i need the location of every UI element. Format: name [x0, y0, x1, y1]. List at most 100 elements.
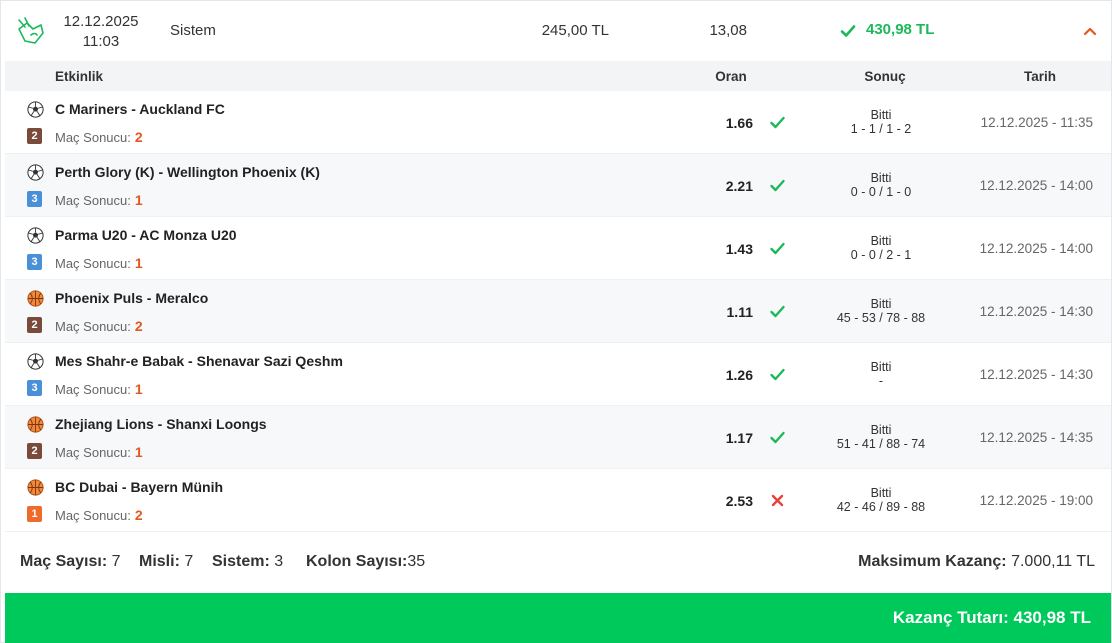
- match-name: Phoenix Puls - Meralco: [55, 290, 209, 306]
- basketball-icon: [27, 290, 44, 307]
- match-name: Mes Shahr-e Babak - Shenavar Sazi Qeshm: [55, 353, 343, 369]
- result-score: 42 - 46 / 89 - 88: [836, 500, 926, 514]
- check-icon: [840, 25, 856, 37]
- result-score: 1 - 1 / 1 - 2: [850, 122, 912, 136]
- check-icon: [769, 114, 786, 131]
- row-odds: 1.66: [725, 115, 753, 131]
- row-date: 12.12.2025 - 14:30: [979, 367, 1093, 382]
- row-date: 12.12.2025 - 14:00: [979, 178, 1093, 193]
- result-score: 51 - 41 / 88 - 74: [836, 437, 926, 451]
- market-label: Maç Sonucu: 1: [55, 192, 143, 208]
- result-status: Bitti: [870, 108, 892, 122]
- check-icon: [769, 240, 786, 257]
- coupon-type: Sistem: [170, 22, 216, 39]
- cross-icon: [769, 492, 786, 509]
- table-row[interactable]: Parma U20 - AC Monza U20 3 Maç Sonucu: 1 1.4…: [5, 217, 1111, 280]
- result-status: Bitti: [870, 234, 892, 248]
- coupon-detail-panel: 12.12.2025 11:03 Sistem 245,00 TL 13,08 …: [0, 0, 1112, 643]
- football-icon: [27, 164, 44, 181]
- row-odds: 1.26: [725, 367, 753, 383]
- check-icon: [769, 303, 786, 320]
- coupon-total-odds: 13,08: [709, 22, 747, 39]
- table-row[interactable]: Perth Glory (K) - Wellington Phoenix (K)…: [5, 154, 1111, 217]
- result-status: Bitti: [870, 423, 892, 437]
- coupon-hand-icon: [18, 17, 44, 44]
- match-name: BC Dubai - Bayern Münih: [55, 479, 224, 495]
- sequence-badge: 3: [27, 254, 42, 270]
- row-date: 12.12.2025 - 19:00: [979, 493, 1093, 508]
- table-row[interactable]: Phoenix Puls - Meralco 2 Maç Sonucu: 2 1.11 B…: [5, 280, 1111, 343]
- pick-value: 2: [134, 129, 143, 145]
- result-score: 45 - 53 / 78 - 88: [836, 311, 926, 325]
- row-date: 12.12.2025 - 11:35: [980, 115, 1093, 130]
- pick-value: 1: [134, 381, 143, 397]
- result-cell: Bitti 0 - 0 / 1 - 0: [815, 171, 947, 199]
- chevron-up-icon[interactable]: [1083, 25, 1097, 37]
- pick-value: 1: [134, 192, 143, 208]
- coupon-time: 11:03: [82, 33, 120, 50]
- result-cell: Bitti 45 - 53 / 78 - 88: [815, 297, 947, 325]
- pick-value: 2: [134, 318, 143, 334]
- market-label: Maç Sonucu: 1: [55, 444, 143, 460]
- table-row[interactable]: Zhejiang Lions - Shanxi Loongs 2 Maç Sonuc…: [5, 406, 1111, 469]
- market-label: Maç Sonucu: 2: [55, 129, 143, 145]
- column-header-result: Sonuç: [864, 69, 906, 84]
- market-label: Maç Sonucu: 2: [55, 507, 143, 523]
- column-header-odds: Oran: [715, 69, 747, 84]
- check-icon: [769, 429, 786, 446]
- row-odds: 2.53: [725, 493, 753, 509]
- market-label: Maç Sonucu: 1: [55, 255, 143, 271]
- coupon-date: 12.12.2025: [63, 13, 139, 30]
- column-header-event: Etkinlik: [55, 69, 104, 84]
- result-cell: Bitti 0 - 0 / 2 - 1: [815, 234, 947, 262]
- match-name: Perth Glory (K) - Wellington Phoenix (K): [55, 164, 320, 180]
- result-cell: Bitti 42 - 46 / 89 - 88: [815, 486, 947, 514]
- football-icon: [27, 353, 44, 370]
- sequence-badge: 2: [27, 128, 42, 144]
- events-table-body: C Mariners - Auckland FC 2 Maç Sonucu: 2 1.6…: [5, 91, 1111, 532]
- football-icon: [27, 101, 44, 118]
- row-odds: 2.21: [725, 178, 753, 194]
- row-date: 12.12.2025 - 14:35: [979, 430, 1093, 445]
- coupon-summary-row[interactable]: 12.12.2025 11:03 Sistem 245,00 TL 13,08 …: [1, 1, 1111, 61]
- match-name: C Mariners - Auckland FC: [55, 101, 225, 117]
- sequence-badge: 2: [27, 443, 42, 459]
- check-icon: [769, 366, 786, 383]
- basketball-icon: [27, 479, 44, 496]
- column-header-date: Tarih: [1023, 69, 1056, 84]
- stat-misli: Misli: 7: [139, 553, 194, 570]
- basketball-icon: [27, 416, 44, 433]
- match-name: Parma U20 - AC Monza U20: [55, 227, 237, 243]
- sequence-badge: 3: [27, 380, 42, 396]
- table-row[interactable]: Mes Shahr-e Babak - Shenavar Sazi Qeshm 3…: [5, 343, 1111, 406]
- row-date: 12.12.2025 - 14:30: [979, 304, 1093, 319]
- coupon-stake: 245,00 TL: [541, 22, 609, 39]
- stat-max-win: Maksimum Kazanç: 7.000,11 TL: [858, 553, 1095, 570]
- sequence-badge: 3: [27, 191, 42, 207]
- stat-match-count: Maç Sayısı: 7: [20, 553, 121, 570]
- stat-column-count: Kolon Sayısı:35: [306, 553, 426, 570]
- result-score: 0 - 0 / 1 - 0: [850, 185, 912, 199]
- row-odds: 1.11: [726, 304, 753, 320]
- stat-system: Sistem: 3: [212, 553, 284, 570]
- coupon-datetime: 12.12.2025 11:03: [56, 12, 146, 52]
- payout-bar: Kazanç Tutarı: 430,98 TL: [5, 593, 1111, 643]
- result-cell: Bitti -: [815, 360, 947, 388]
- row-date: 12.12.2025 - 14:00: [979, 241, 1093, 256]
- sequence-badge: 1: [27, 506, 42, 522]
- pick-value: 2: [134, 507, 143, 523]
- result-status: Bitti: [870, 297, 892, 311]
- market-label: Maç Sonucu: 1: [55, 381, 143, 397]
- table-row[interactable]: C Mariners - Auckland FC 2 Maç Sonucu: 2 1.6…: [5, 91, 1111, 154]
- events-table-header: Etkinlik Oran Sonuç Tarih: [5, 61, 1111, 91]
- row-odds: 1.17: [725, 430, 753, 446]
- table-row[interactable]: BC Dubai - Bayern Münih 1 Maç Sonucu: 2 2.53…: [5, 469, 1111, 532]
- result-cell: Bitti 51 - 41 / 88 - 74: [815, 423, 947, 451]
- market-label: Maç Sonucu: 2: [55, 318, 143, 334]
- check-icon: [769, 177, 786, 194]
- result-status: Bitti: [870, 360, 892, 374]
- pick-value: 1: [134, 255, 143, 271]
- sequence-badge: 2: [27, 317, 42, 333]
- result-cell: Bitti 1 - 1 / 1 - 2: [815, 108, 947, 136]
- row-odds: 1.43: [725, 241, 753, 257]
